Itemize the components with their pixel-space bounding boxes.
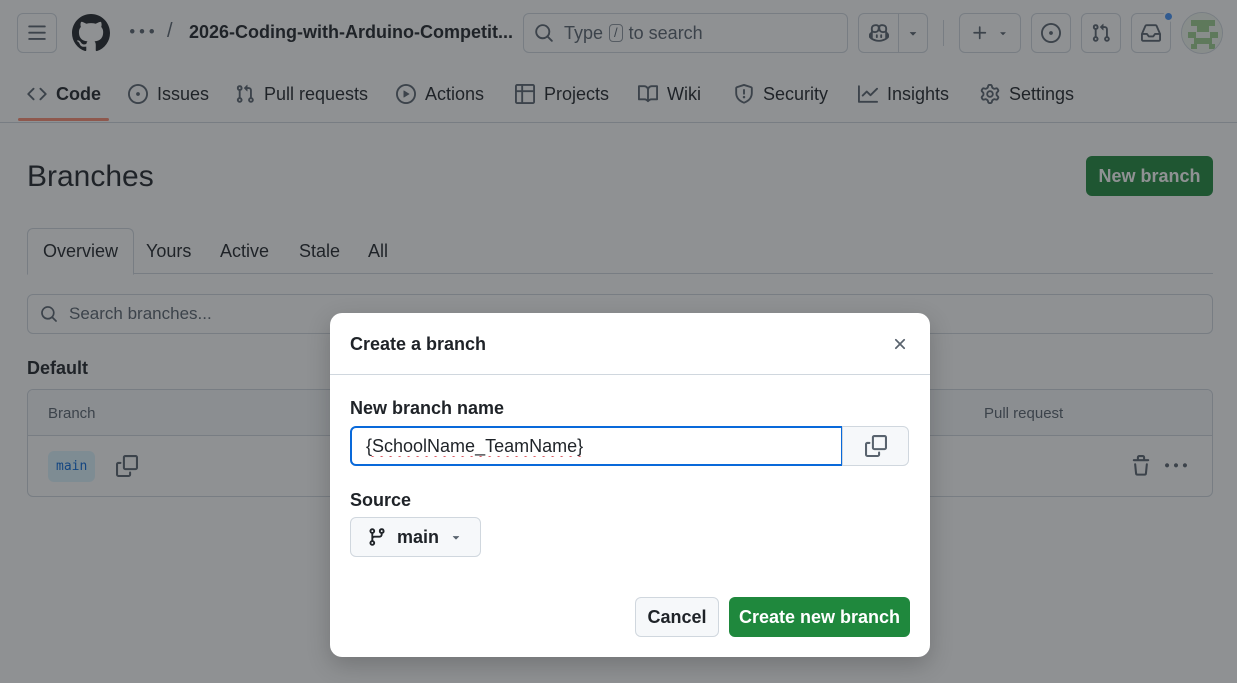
close-icon <box>894 338 906 350</box>
source-branch-select[interactable]: main <box>350 517 481 557</box>
caret-down-icon <box>452 536 460 540</box>
dialog-header: Create a branch <box>330 313 930 375</box>
source-label: Source <box>350 490 412 510</box>
dialog-title: Create a branch <box>350 334 487 354</box>
copy-branch-name-button[interactable] <box>842 426 909 466</box>
close-button[interactable] <box>888 332 912 356</box>
branch-icon <box>369 528 385 546</box>
copy-icon <box>864 435 887 457</box>
create-branch-dialog: Create a branch New branch name Source m… <box>330 313 930 657</box>
cancel-button[interactable]: Cancel <box>635 597 719 637</box>
source-branch-value: main <box>397 526 440 547</box>
create-new-branch-button[interactable]: Create new branch <box>729 597 910 637</box>
branch-name-label: New branch name <box>350 398 505 418</box>
branch-name-input[interactable] <box>350 426 843 466</box>
